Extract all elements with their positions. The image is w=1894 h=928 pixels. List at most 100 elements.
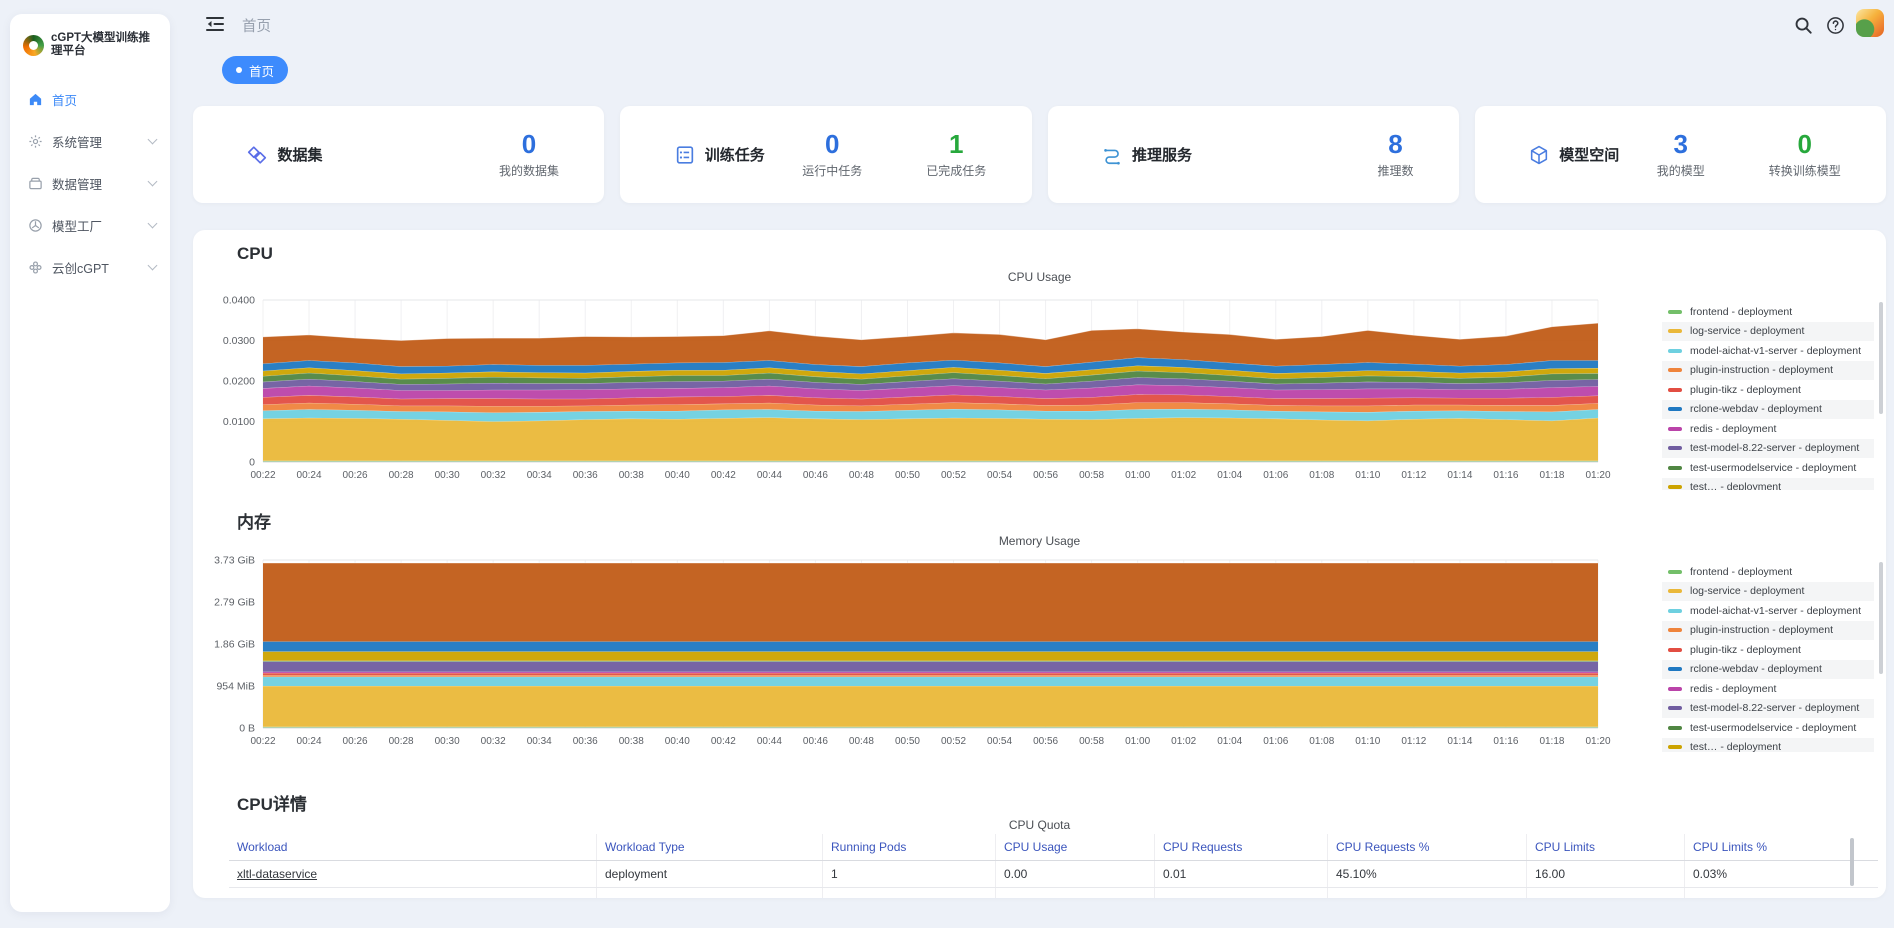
table-header-row: WorkloadWorkload TypeRunning PodsCPU Usa… — [229, 834, 1878, 861]
svg-text:00:44: 00:44 — [757, 470, 782, 481]
stat-metric-caption: 推理数 — [1378, 162, 1414, 179]
table-header-cell[interactable]: Workload — [229, 834, 596, 860]
stat-card-model-space: 模型空间3我的模型0转换训练模型 — [1475, 106, 1886, 203]
table-header-cell[interactable]: CPU Limits % — [1684, 834, 1878, 860]
table-header-cell[interactable]: CPU Requests — [1154, 834, 1327, 860]
table-cell: 0.01 — [1154, 861, 1327, 887]
svg-text:1.86 GiB: 1.86 GiB — [214, 639, 255, 651]
svg-text:00:54: 00:54 — [987, 736, 1012, 747]
legend-swatch-icon — [1668, 485, 1682, 489]
legend-swatch-icon — [1668, 609, 1682, 613]
legend-item[interactable]: redis - deployment — [1662, 419, 1874, 439]
search-icon[interactable] — [1794, 16, 1813, 40]
sidebar-item-factory[interactable]: 模型工厂 — [16, 208, 164, 242]
sidebar-item-home[interactable]: 首页 — [16, 82, 164, 116]
legend-label: test… - deployment — [1690, 481, 1781, 490]
cpu-quota-table-title: CPU Quota — [193, 818, 1886, 832]
svg-text:01:06: 01:06 — [1263, 470, 1288, 481]
legend-item[interactable]: redis - deployment — [1662, 679, 1874, 699]
table-cell — [1154, 888, 1327, 898]
svg-text:954 MiB: 954 MiB — [216, 681, 255, 693]
cpu-usage-chart: 0.04000.03000.02000.0100000:2200:2400:26… — [213, 290, 1663, 486]
table-header-cell[interactable]: CPU Usage — [995, 834, 1154, 860]
legend-label: log-service - deployment — [1690, 585, 1804, 597]
legend-item[interactable]: frontend - deployment — [1662, 302, 1874, 322]
svg-text:01:16: 01:16 — [1493, 470, 1518, 481]
svg-text:00:48: 00:48 — [849, 736, 874, 747]
legend-item[interactable]: frontend - deployment — [1662, 562, 1874, 582]
sidebar-item-cloud[interactable]: 云创cGPT — [16, 250, 164, 284]
svg-text:01:14: 01:14 — [1447, 470, 1472, 481]
stat-metric-value: 0 — [1769, 131, 1841, 157]
memory-legend-scrollbar[interactable] — [1879, 562, 1883, 674]
sidebar-item-label: 系统管理 — [52, 132, 102, 151]
cpu-legend-scrollbar[interactable] — [1879, 302, 1883, 414]
legend-item[interactable]: log-service - deployment — [1662, 322, 1874, 342]
legend-item[interactable]: model-aichat-v1-server - deployment — [1662, 601, 1874, 621]
legend-swatch-icon — [1668, 687, 1682, 691]
cpu-chart-title: CPU Usage — [193, 270, 1886, 284]
table-header-cell[interactable]: Running Pods — [822, 834, 995, 860]
legend-item[interactable]: plugin-tikz - deployment — [1662, 380, 1874, 400]
legend-item[interactable]: log-service - deployment — [1662, 582, 1874, 602]
svg-text:00:42: 00:42 — [711, 736, 736, 747]
legend-item[interactable]: test… - deployment — [1662, 738, 1874, 753]
svg-text:00:22: 00:22 — [250, 470, 275, 481]
legend-item[interactable]: test-usermodelservice - deployment — [1662, 458, 1874, 478]
svg-text:00:38: 00:38 — [619, 470, 644, 481]
archive-box-icon — [28, 176, 43, 191]
stat-card-label: 数据集 — [277, 144, 322, 165]
legend-item[interactable]: plugin-tikz - deployment — [1662, 640, 1874, 660]
table-cell — [1327, 888, 1526, 898]
stat-metric-caption: 已完成任务 — [926, 162, 986, 179]
table-cell: 16.00 — [1526, 861, 1684, 887]
sidebar-item-data[interactable]: 数据管理 — [16, 166, 164, 200]
sidebar-item-label: 数据管理 — [52, 174, 102, 193]
flow-icon — [1101, 144, 1123, 166]
stat-metric: 0我的数据集 — [499, 131, 559, 179]
workload-link[interactable]: xltl-dataservice — [237, 867, 317, 881]
app-title: cGPT大模型训练推理平台 — [51, 32, 160, 58]
table-header-cell[interactable]: Workload Type — [596, 834, 822, 860]
legend-swatch-icon — [1668, 446, 1682, 450]
table-scrollbar[interactable] — [1850, 838, 1854, 886]
svg-text:00:40: 00:40 — [665, 736, 690, 747]
svg-text:0 B: 0 B — [239, 723, 255, 735]
legend-item[interactable]: plugin-instruction - deployment — [1662, 621, 1874, 641]
svg-text:01:16: 01:16 — [1493, 736, 1518, 747]
legend-item[interactable]: plugin-instruction - deployment — [1662, 361, 1874, 381]
stat-metric-value: 3 — [1657, 131, 1705, 157]
legend-label: plugin-tikz - deployment — [1690, 384, 1801, 396]
stat-card-training: 训练任务0运行中任务1已完成任务 — [620, 106, 1031, 203]
stat-metric-caption: 我的模型 — [1657, 162, 1705, 179]
svg-text:00:52: 00:52 — [941, 736, 966, 747]
svg-text:0.0100: 0.0100 — [223, 416, 255, 428]
table-cell: xltl-dataservice — [229, 861, 596, 887]
stat-metric: 0 转换训练模型 — [1769, 131, 1841, 179]
svg-text:00:56: 00:56 — [1033, 736, 1058, 747]
legend-item[interactable]: test-model-8.22-server - deployment — [1662, 439, 1874, 459]
legend-item[interactable]: rclone-webdav - deployment — [1662, 400, 1874, 420]
legend-item[interactable]: model-aichat-v1-server - deployment — [1662, 341, 1874, 361]
legend-item[interactable]: test… - deployment — [1662, 478, 1874, 491]
tab-home[interactable]: 首页 — [222, 56, 288, 84]
table-header-cell[interactable]: CPU Limits — [1526, 834, 1684, 860]
app-logo-icon — [23, 35, 44, 56]
legend-swatch-icon — [1668, 466, 1682, 470]
sidebar-item-system[interactable]: 系统管理 — [16, 124, 164, 158]
stat-card-dataset: 数据集 0我的数据集 — [193, 106, 604, 203]
legend-item[interactable]: rclone-webdav - deployment — [1662, 660, 1874, 680]
svg-text:00:36: 00:36 — [573, 470, 598, 481]
table-header-cell[interactable]: CPU Requests % — [1327, 834, 1526, 860]
legend-item[interactable]: test-usermodelservice - deployment — [1662, 718, 1874, 738]
legend-item[interactable]: test-model-8.22-server - deployment — [1662, 699, 1874, 719]
memory-chart-title: Memory Usage — [193, 534, 1886, 548]
sidebar-collapse-icon[interactable] — [206, 16, 224, 37]
chevron-down-icon — [148, 176, 158, 186]
user-avatar[interactable] — [1856, 9, 1884, 37]
legend-label: plugin-tikz - deployment — [1690, 644, 1801, 656]
svg-text:0: 0 — [249, 457, 255, 469]
help-icon[interactable] — [1826, 16, 1845, 40]
stat-metric-caption: 转换训练模型 — [1769, 162, 1841, 179]
svg-text:00:40: 00:40 — [665, 470, 690, 481]
